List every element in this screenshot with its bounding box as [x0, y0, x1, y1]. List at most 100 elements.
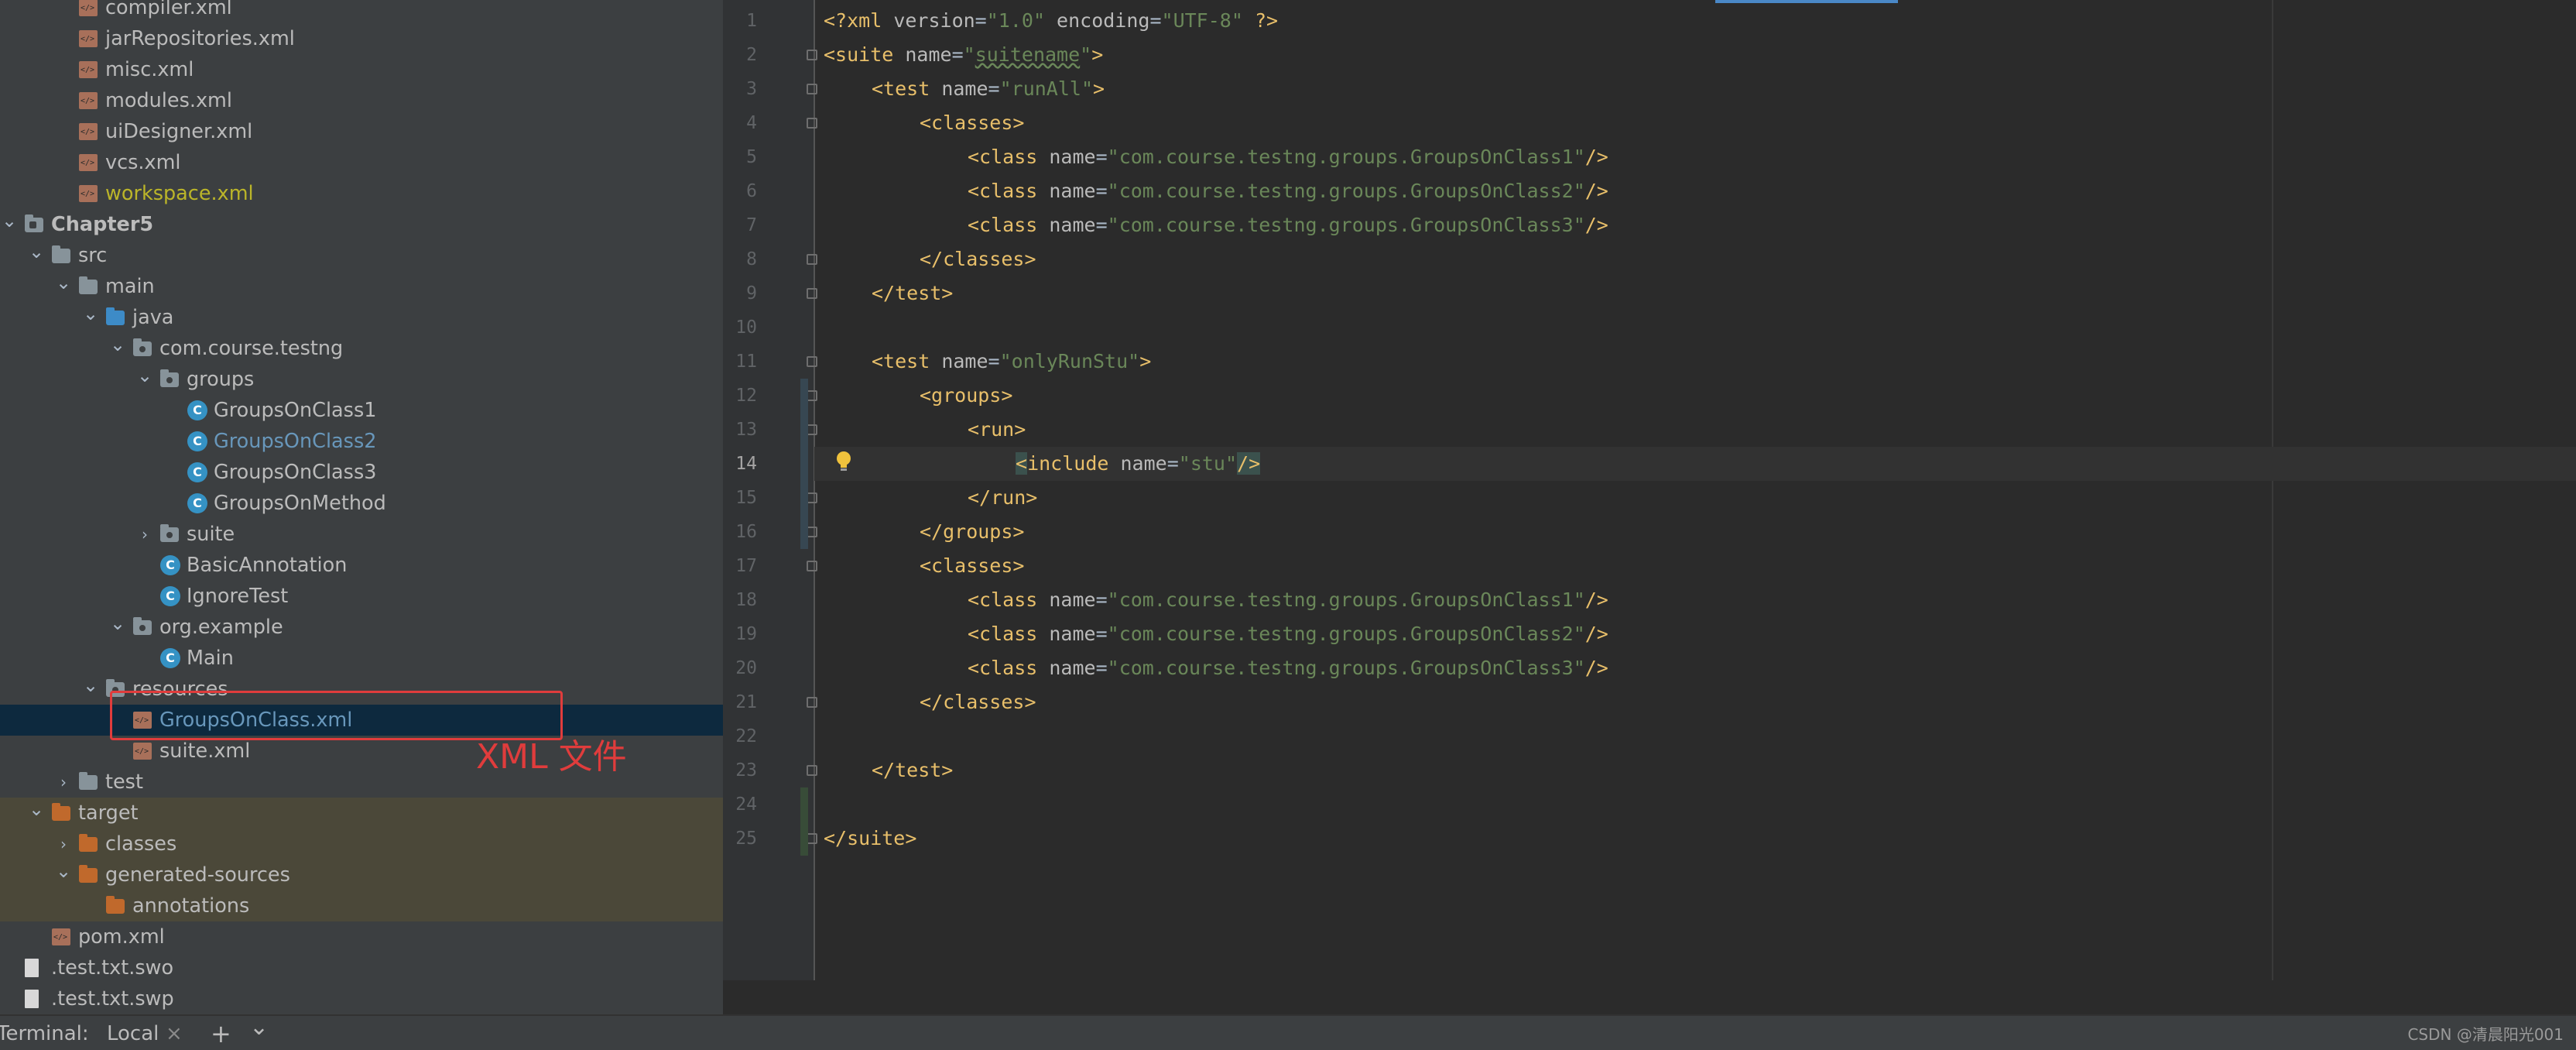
fold-marker-icon[interactable] [807, 390, 817, 401]
tree-item[interactable]: IgnoreTest [0, 581, 723, 612]
tree-item-label: GroupsOnClass1 [214, 399, 377, 422]
line-number: 6 [746, 181, 757, 201]
code-line[interactable]: </groups> [920, 515, 1024, 549]
chevron-down-icon[interactable]: ⌄ [0, 209, 19, 240]
code-line[interactable]: </suite> [824, 822, 916, 856]
tree-item[interactable]: jarRepositories.xml [0, 23, 723, 54]
fold-marker-icon[interactable] [807, 527, 817, 537]
tree-item-label: vcs.xml [105, 151, 181, 174]
chevron-down-icon[interactable]: ⌄ [108, 333, 127, 364]
close-icon[interactable]: × [166, 1016, 183, 1050]
chevron-right-icon[interactable]: › [54, 767, 73, 798]
code-line[interactable]: <classes> [920, 106, 1024, 140]
code-line[interactable]: </test> [872, 276, 953, 311]
code-line[interactable]: </run> [968, 481, 1037, 515]
lightbulb-icon[interactable] [833, 449, 855, 474]
terminal-tab-local[interactable]: Local [107, 1016, 159, 1050]
line-number: 5 [746, 147, 757, 167]
tree-item[interactable]: annotations [0, 890, 723, 921]
chevron-right-icon[interactable]: › [54, 829, 73, 860]
tree-item[interactable]: workspace.xml [0, 178, 723, 209]
tree-item[interactable]: BasicAnnotation [0, 550, 723, 581]
active-tab-indicator [1715, 0, 1898, 3]
tree-item[interactable]: GroupsOnClass3 [0, 457, 723, 488]
tree-item[interactable]: ⌄ groups [0, 364, 723, 395]
code-line[interactable]: <test name="runAll"> [872, 72, 1105, 106]
fold-marker-icon[interactable] [807, 118, 817, 129]
code-line[interactable]: <class name="com.course.testng.groups.Gr… [968, 140, 1608, 174]
code-line[interactable]: <groups> [920, 379, 1012, 413]
tree-item[interactable]: GroupsOnMethod [0, 488, 723, 519]
tree-item[interactable]: .test.txt.swp [0, 983, 723, 1014]
code-line[interactable]: <?xml version="1.0" encoding="UTF-8" ?> [824, 4, 1278, 38]
vcs-change-marker[interactable] [800, 379, 808, 549]
fold-marker-icon[interactable] [807, 424, 817, 435]
fold-marker-icon[interactable] [807, 356, 817, 367]
tree-item[interactable]: compiler.xml [0, 0, 723, 23]
vcs-change-marker[interactable] [800, 788, 808, 856]
line-number: 7 [746, 215, 757, 235]
tree-item[interactable]: ⌄ generated-sources [0, 860, 723, 890]
code-line[interactable]: <test name="onlyRunStu"> [872, 345, 1151, 379]
chevron-right-icon[interactable]: › [135, 519, 154, 550]
tree-item[interactable]: › suite [0, 519, 723, 550]
code-line[interactable]: <class name="com.course.testng.groups.Gr… [968, 583, 1608, 617]
tree-item[interactable]: ⌄ java [0, 302, 723, 333]
tree-item[interactable]: ⌄ target [0, 798, 723, 829]
chevron-down-icon[interactable]: ⌄ [81, 302, 100, 333]
tree-item[interactable]: misc.xml [0, 54, 723, 85]
tree-item[interactable]: pom.xml [0, 921, 723, 952]
fold-marker-icon[interactable] [807, 697, 817, 708]
tree-item[interactable]: ⌄ com.course.testng [0, 333, 723, 364]
code-line[interactable]: <class name="com.course.testng.groups.Gr… [968, 651, 1608, 685]
tree-item[interactable]: uiDesigner.xml [0, 116, 723, 147]
code-line[interactable]: </classes> [920, 685, 1036, 719]
line-number: 25 [735, 829, 757, 849]
code-editor[interactable]: 1 2 3 4 5 6 7 8 9 10 11 12 13 14 15 16 17 18 19 20 21 22 23 24 2… [723, 0, 2576, 980]
code-line[interactable]: <include name="stu"/> [1016, 447, 1261, 481]
chevron-down-icon[interactable]: ⌄ [27, 798, 46, 829]
code-line[interactable]: <suite name="suitename"> [824, 38, 1103, 72]
terminal-bar: Terminal: Local × + ⌄ [0, 1014, 2576, 1050]
line-number: 12 [735, 386, 757, 406]
fold-marker-icon[interactable] [807, 254, 817, 265]
code-line[interactable]: <classes> [920, 549, 1024, 583]
chevron-down-icon[interactable]: ⌄ [249, 1010, 269, 1045]
fold-marker-icon[interactable] [807, 561, 817, 571]
add-icon[interactable]: + [211, 1016, 231, 1050]
chevron-down-icon[interactable]: ⌄ [54, 271, 73, 302]
tree-item[interactable]: ⌄ src [0, 240, 723, 271]
fold-marker-icon[interactable] [807, 84, 817, 94]
xml-file-icon [79, 92, 98, 109]
code-line[interactable]: <run> [968, 413, 1026, 447]
folder-icon [79, 276, 98, 294]
tree-item[interactable]: › classes [0, 829, 723, 860]
code-line[interactable]: <class name="com.course.testng.groups.Gr… [968, 208, 1608, 242]
tree-item[interactable]: ⌄ org.example [0, 612, 723, 643]
fold-marker-icon[interactable] [807, 765, 817, 776]
tree-item[interactable]: modules.xml [0, 85, 723, 116]
fold-marker-icon[interactable] [807, 288, 817, 299]
chevron-down-icon[interactable]: ⌄ [54, 860, 73, 890]
tree-item[interactable]: GroupsOnClass1 [0, 395, 723, 426]
tree-item[interactable]: .test.txt.swo [0, 952, 723, 983]
chevron-down-icon[interactable]: ⌄ [27, 240, 46, 271]
code-line[interactable]: </classes> [920, 242, 1036, 276]
fold-marker-icon[interactable] [807, 492, 817, 503]
chevron-down-icon[interactable]: ⌄ [108, 612, 127, 643]
tree-item[interactable]: ⌄ main [0, 271, 723, 302]
tree-item[interactable]: ⌄ Chapter5 [0, 209, 723, 240]
fold-marker-icon[interactable] [807, 833, 817, 844]
code-line[interactable]: <class name="com.course.testng.groups.Gr… [968, 174, 1608, 208]
annotation-label: XML 文件 [476, 737, 627, 777]
fold-marker-icon[interactable] [807, 50, 817, 60]
chevron-down-icon[interactable]: ⌄ [81, 674, 100, 705]
tree-item[interactable]: GroupsOnClass2 [0, 426, 723, 457]
line-number: 19 [735, 624, 757, 644]
line-number: 16 [735, 522, 757, 542]
code-line[interactable]: <class name="com.course.testng.groups.Gr… [968, 617, 1608, 651]
tree-item[interactable]: Main [0, 643, 723, 674]
chevron-down-icon[interactable]: ⌄ [135, 364, 154, 395]
code-line[interactable]: </test> [872, 753, 953, 788]
tree-item[interactable]: vcs.xml [0, 147, 723, 178]
